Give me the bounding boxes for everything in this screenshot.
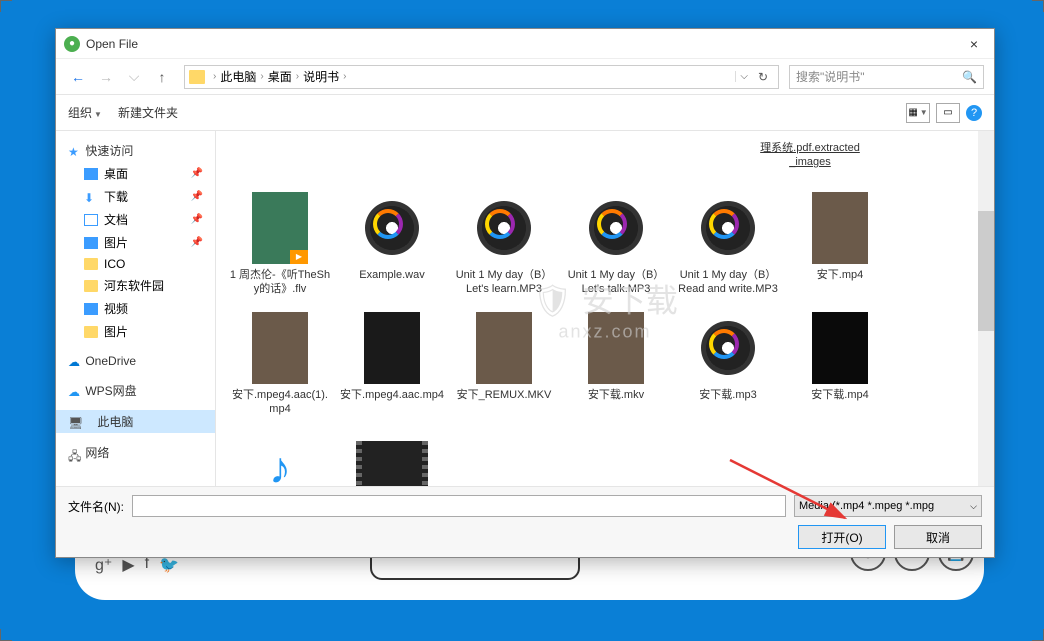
pin-icon: 📌 (191, 191, 203, 202)
organize-menu[interactable]: 组织▼ (68, 104, 102, 121)
sidebar-item-network[interactable]: 🖧 网络 (56, 441, 215, 464)
file-grid[interactable]: 理系统.pdf.extracted_images ▶ 1 周杰伦-《听TheSh… (216, 131, 994, 486)
sidebar-item-onedrive[interactable]: ☁ OneDrive (56, 351, 215, 371)
file-item[interactable]: Unit 1 My day（B） Let's learn.MP3 (450, 186, 558, 303)
search-input[interactable]: 搜索"说明书" 🔍 (789, 65, 984, 89)
search-icon: 🔍 (962, 70, 977, 84)
open-file-dialog: ● Open File × ← → ⌵ ↑ › 此电脑 › 桌面 › 说明书 ›… (55, 28, 995, 558)
folder-item[interactable]: 理系统.pdf.extracted_images (756, 135, 864, 182)
breadcrumb[interactable]: 说明书 (303, 68, 339, 85)
play-icon: ▶ (290, 250, 308, 264)
back-button[interactable]: ← (66, 65, 90, 89)
filename-label: 文件名(N): (68, 498, 124, 515)
forward-button[interactable]: → (94, 65, 118, 89)
folder-icon (189, 70, 205, 84)
music-note-icon: ♪ (269, 444, 291, 486)
file-item[interactable]: 安下_REMUX.MKV (450, 306, 558, 423)
app-icon: ● (64, 36, 80, 52)
help-button[interactable]: ? (966, 105, 982, 121)
sidebar: ★ 快速访问 桌面📌 ⬇下载📌 文档📌 图片📌 ICO 河东软件园 视频 图片 … (56, 131, 216, 486)
sidebar-item-hedong[interactable]: 河东软件园 (56, 274, 215, 297)
address-bar[interactable]: › 此电脑 › 桌面 › 说明书 › ⌵ ↻ (184, 65, 779, 89)
sidebar-item-downloads[interactable]: ⬇下载📌 (56, 185, 215, 208)
quick-access-header[interactable]: ★ 快速访问 (56, 139, 215, 162)
file-item[interactable]: 安下载.mkv (562, 306, 670, 423)
youtube-icon[interactable]: ▶ (122, 555, 134, 575)
breadcrumb[interactable]: 此电脑 (220, 68, 256, 85)
titlebar: ● Open File × (56, 29, 994, 59)
sidebar-item-wps[interactable]: ☁ WPS网盘 (56, 379, 215, 402)
new-folder-button[interactable]: 新建文件夹 (118, 104, 178, 121)
dialog-title: Open File (86, 37, 962, 51)
toolbar: 组织▼ 新建文件夹 ▦▼ ▭ ? (56, 95, 994, 131)
sidebar-item-desktop[interactable]: 桌面📌 (56, 162, 215, 185)
chevron-right-icon: › (213, 71, 216, 82)
sidebar-item-documents[interactable]: 文档📌 (56, 208, 215, 231)
sidebar-item-pictures[interactable]: 图片📌 (56, 231, 215, 254)
sidebar-item-thispc[interactable]: 🖥 此电脑 (56, 410, 215, 433)
sidebar-item-ico[interactable]: ICO (56, 254, 215, 274)
filetype-select[interactable]: Media (*.mp4 *.mpeg *.mpg⌵ (794, 495, 982, 517)
file-item[interactable]: Example.wav (338, 186, 446, 303)
file-item[interactable]: 安下载.mp3 (674, 306, 782, 423)
pin-icon: 📌 (191, 237, 203, 248)
close-button[interactable]: × (962, 36, 986, 52)
chevron-right-icon: › (260, 71, 263, 82)
filename-input[interactable] (132, 495, 786, 517)
refresh-button[interactable]: ↻ (752, 70, 774, 84)
addr-dropdown[interactable]: ⌵ (735, 71, 752, 82)
file-item[interactable]: 安下载_(ALLConverter)_iphone.mp4 (338, 427, 446, 486)
gplus-icon[interactable]: g⁺ (95, 555, 112, 575)
file-item[interactable]: ▶ 1 周杰伦-《听TheShy的话》.flv (226, 186, 334, 303)
recent-dropdown[interactable]: ⌵ (122, 65, 146, 89)
search-placeholder: 搜索"说明书" (796, 68, 865, 85)
pin-icon: 📌 (191, 168, 203, 179)
sidebar-item-pictures2[interactable]: 图片 (56, 320, 215, 343)
up-button[interactable]: ↑ (150, 65, 174, 89)
vertical-scrollbar[interactable] (978, 131, 994, 486)
file-item[interactable]: 安下.mpeg4.aac(1).mp4 (226, 306, 334, 423)
dialog-footer: 文件名(N): Media (*.mp4 *.mpeg *.mpg⌵ 打开(O)… (56, 486, 994, 557)
folder-label: 理系统.pdf.extracted_images (758, 141, 862, 176)
facebook-icon[interactable]: f (145, 555, 149, 575)
sidebar-item-videos[interactable]: 视频 (56, 297, 215, 320)
file-item[interactable]: 安下.mp4 (786, 186, 894, 303)
open-button[interactable]: 打开(O) (798, 525, 886, 549)
file-item[interactable]: 安下.mpeg4.aac.mp4 (338, 306, 446, 423)
pin-icon: 📌 (191, 214, 203, 225)
chevron-right-icon: › (296, 71, 299, 82)
cancel-button[interactable]: 取消 (894, 525, 982, 549)
nav-bar: ← → ⌵ ↑ › 此电脑 › 桌面 › 说明书 › ⌵ ↻ 搜索"说明书" 🔍 (56, 59, 994, 95)
file-item[interactable]: Unit 1 My day（B） Let's talk.MP3 (562, 186, 670, 303)
breadcrumb[interactable]: 桌面 (268, 68, 292, 85)
chevron-right-icon: › (343, 71, 346, 82)
twitter-icon[interactable]: 🐦 (159, 555, 179, 575)
file-item[interactable]: ♪ 安下载.ogg (226, 427, 334, 486)
file-item[interactable]: Unit 1 My day（B） Read and write.MP3 (674, 186, 782, 303)
file-item[interactable]: 安下载.mp4 (786, 306, 894, 423)
chevron-down-icon: ⌵ (970, 501, 977, 512)
preview-pane-button[interactable]: ▭ (936, 103, 960, 123)
social-icons: g⁺ ▶ f 🐦 (95, 555, 179, 575)
view-mode-button[interactable]: ▦▼ (906, 103, 930, 123)
